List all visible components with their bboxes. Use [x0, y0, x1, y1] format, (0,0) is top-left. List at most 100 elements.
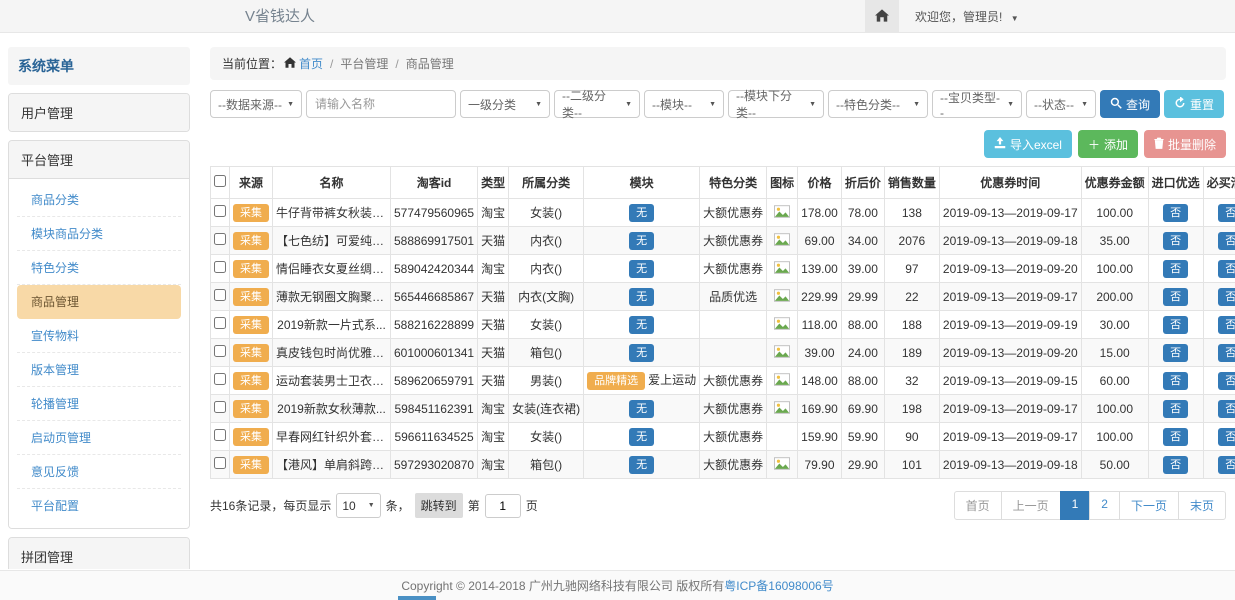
- product-name: 薄款无钢圈文胸聚拢性...: [273, 283, 391, 311]
- sidebar-item-1[interactable]: 平台管理: [9, 141, 189, 178]
- row-checkbox[interactable]: [214, 205, 226, 217]
- import-select-toggle[interactable]: 否: [1163, 204, 1188, 222]
- must-buy-toggle[interactable]: 否: [1218, 204, 1235, 222]
- must-buy-toggle[interactable]: 否: [1218, 316, 1235, 334]
- row-checkbox[interactable]: [214, 401, 226, 413]
- table-row: 采集情侣睡衣女夏丝绸男士...589042420344淘宝内衣()无大额优惠券1…: [211, 255, 1235, 283]
- taoke-id: 589042420344: [391, 255, 478, 283]
- feature-category-cell: 大额优惠券: [700, 423, 767, 451]
- data-source-select[interactable]: --数据来源--▼: [210, 90, 302, 118]
- row-checkbox[interactable]: [214, 429, 226, 441]
- sidebar-subitem[interactable]: 宣传物料: [17, 319, 181, 353]
- must-buy-toggle[interactable]: 否: [1218, 428, 1235, 446]
- home-button[interactable]: [865, 0, 899, 33]
- row-checkbox[interactable]: [214, 317, 226, 329]
- page-number-input[interactable]: [485, 494, 521, 518]
- status-select[interactable]: --状态--▼: [1026, 90, 1096, 118]
- sidebar-subitem[interactable]: 轮播管理: [17, 387, 181, 421]
- module-badge[interactable]: 无: [629, 316, 654, 334]
- horizontal-scrollbar-thumb[interactable]: [398, 596, 436, 600]
- must-buy-toggle[interactable]: 否: [1218, 232, 1235, 250]
- sidebar-item-2[interactable]: 拼团管理: [9, 538, 189, 569]
- select-all-checkbox[interactable]: [214, 175, 226, 187]
- import-select-toggle[interactable]: 否: [1163, 400, 1188, 418]
- level1-category-select[interactable]: 一级分类▼: [460, 90, 550, 118]
- module-badge[interactable]: 无: [629, 344, 654, 362]
- page-prev-button[interactable]: 上一页: [1001, 491, 1061, 520]
- import-excel-button[interactable]: 导入excel: [984, 130, 1072, 158]
- sidebar-subitem[interactable]: 特色分类: [17, 251, 181, 285]
- must-buy-toggle[interactable]: 否: [1218, 260, 1235, 278]
- source-cell: 采集: [230, 339, 273, 367]
- import-select-toggle[interactable]: 否: [1163, 288, 1188, 306]
- top-right-menu: 欢迎您，管理员! ▼: [865, 0, 1019, 33]
- jump-to-button[interactable]: 跳转到: [415, 493, 463, 518]
- sidebar-subitem[interactable]: 版本管理: [17, 353, 181, 387]
- module-badge[interactable]: 无: [629, 204, 654, 222]
- icp-link[interactable]: 粤ICP备16098006号: [724, 577, 833, 594]
- per-page-select[interactable]: 10 ▼: [336, 493, 380, 518]
- page-2-button[interactable]: 2: [1089, 491, 1120, 520]
- row-checkbox[interactable]: [214, 373, 226, 385]
- row-checkbox[interactable]: [214, 457, 226, 469]
- module-badge[interactable]: 无: [629, 428, 654, 446]
- import-select-toggle[interactable]: 否: [1163, 316, 1188, 334]
- page-last-button[interactable]: 末页: [1178, 491, 1226, 520]
- must-buy-toggle[interactable]: 否: [1218, 400, 1235, 418]
- reset-button[interactable]: 重置: [1164, 90, 1224, 118]
- module-badge[interactable]: 品牌精选: [587, 372, 645, 390]
- user-menu[interactable]: 欢迎您，管理员! ▼: [915, 8, 1019, 25]
- import-select-toggle[interactable]: 否: [1163, 260, 1188, 278]
- row-checkbox[interactable]: [214, 289, 226, 301]
- breadcrumb-home-link[interactable]: 首页: [299, 55, 323, 72]
- column-header-9: 折后价: [841, 167, 884, 199]
- module-select[interactable]: --模块--▼: [644, 90, 724, 118]
- sidebar-subitem[interactable]: 意见反馈: [17, 455, 181, 489]
- add-button[interactable]: ＋ 添加: [1078, 130, 1138, 158]
- sidebar-subitem[interactable]: 商品管理: [17, 285, 181, 319]
- must-buy-toggle[interactable]: 否: [1218, 372, 1235, 390]
- sidebar-subitem[interactable]: 平台配置: [17, 489, 181, 522]
- import-select-toggle-cell: 否: [1148, 423, 1203, 451]
- feature-category-select[interactable]: --特色分类--▼: [828, 90, 928, 118]
- must-buy-toggle[interactable]: 否: [1218, 288, 1235, 306]
- must-buy-toggle[interactable]: 否: [1218, 344, 1235, 362]
- table-row: 采集2019新款女秋薄款...598451162391淘宝女装(连衣裙)无大额优…: [211, 395, 1235, 423]
- import-select-toggle[interactable]: 否: [1163, 232, 1188, 250]
- page-1-button[interactable]: 1: [1060, 491, 1091, 520]
- module-cell: 无: [584, 339, 700, 367]
- module-badge[interactable]: 无: [629, 260, 654, 278]
- select-value: --宝贝类型--: [940, 89, 1003, 120]
- table-row: 采集【七色纺】可爱纯棉家...588869917501天猫内衣()无大额优惠券6…: [211, 227, 1235, 255]
- search-button[interactable]: 查询: [1100, 90, 1160, 118]
- page-next-button[interactable]: 下一页: [1119, 491, 1179, 520]
- sidebar-subitem[interactable]: 商品分类: [17, 183, 181, 217]
- module-badge[interactable]: 无: [629, 288, 654, 306]
- must-buy-toggle[interactable]: 否: [1218, 456, 1235, 474]
- row-checkbox[interactable]: [214, 261, 226, 273]
- breadcrumb-item-platform[interactable]: 平台管理: [340, 55, 388, 72]
- import-select-toggle[interactable]: 否: [1163, 428, 1188, 446]
- row-checkbox[interactable]: [214, 345, 226, 357]
- sidebar-item-0[interactable]: 用户管理: [9, 94, 189, 131]
- batch-delete-button[interactable]: 批量删除: [1144, 130, 1226, 158]
- import-select-toggle[interactable]: 否: [1163, 344, 1188, 362]
- sidebar-subitem[interactable]: 模块商品分类: [17, 217, 181, 251]
- breadcrumb-item-current: 商品管理: [406, 55, 454, 72]
- item-type-select[interactable]: --宝贝类型--▼: [932, 90, 1022, 118]
- module-badge[interactable]: 无: [629, 400, 654, 418]
- name-input[interactable]: [306, 90, 456, 118]
- module-badge[interactable]: 无: [629, 232, 654, 250]
- column-header-6: 特色分类: [700, 167, 767, 199]
- row-checkbox[interactable]: [214, 233, 226, 245]
- level2-category-select[interactable]: --二级分类--▼: [554, 90, 640, 118]
- page-first-button[interactable]: 首页: [954, 491, 1002, 520]
- sidebar-subitem[interactable]: 启动页管理: [17, 421, 181, 455]
- import-select-toggle[interactable]: 否: [1163, 456, 1188, 474]
- module-sub-category-select[interactable]: --模块下分类--▼: [728, 90, 824, 118]
- caret-down-icon: ▼: [709, 101, 716, 108]
- import-select-toggle[interactable]: 否: [1163, 372, 1188, 390]
- module-badge[interactable]: 无: [629, 456, 654, 474]
- row-select-cell: [211, 283, 230, 311]
- module-cell: 无: [584, 199, 700, 227]
